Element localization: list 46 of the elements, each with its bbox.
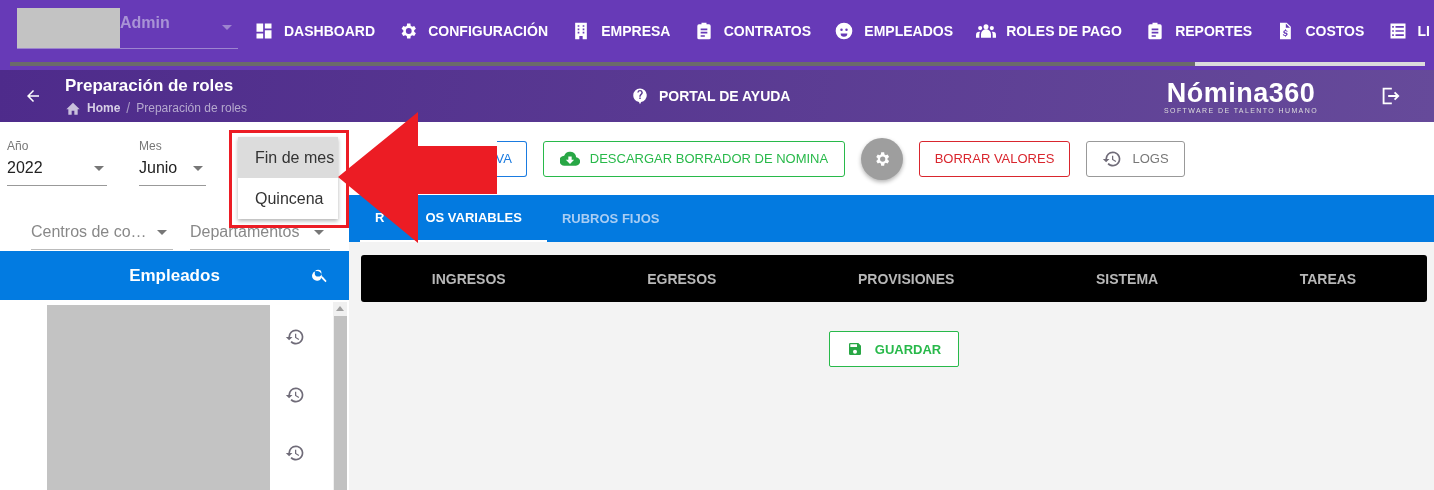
section-tab[interactable]: TAREAS bbox=[1293, 269, 1363, 288]
history-icon[interactable] bbox=[285, 385, 305, 405]
history-icon[interactable] bbox=[285, 443, 305, 463]
panel-title: Empleados bbox=[129, 265, 220, 286]
home-icon bbox=[65, 101, 81, 115]
nav-link[interactable]: LI bbox=[1387, 21, 1430, 41]
nav-link[interactable]: CONTRATOS bbox=[693, 21, 812, 41]
select-field[interactable]: Año 2022 bbox=[7, 139, 107, 186]
help-icon bbox=[631, 87, 649, 105]
action-button[interactable]: VA bbox=[497, 140, 527, 177]
help-link[interactable]: PORTAL DE AYUDA bbox=[631, 87, 1151, 105]
section-tab[interactable]: SISTEMA bbox=[1089, 269, 1165, 288]
brand-logo: Nómina360 bbox=[1166, 78, 1316, 107]
settings-button[interactable] bbox=[861, 137, 903, 180]
cloud-download-icon bbox=[559, 150, 580, 167]
nav-link[interactable]: COSTOS bbox=[1275, 21, 1365, 41]
page-title: Preparación de roles bbox=[65, 76, 235, 96]
select-field[interactable]: Mes Junio bbox=[139, 139, 206, 186]
section-tab[interactable]: EGRESOS bbox=[641, 269, 723, 288]
dashboard-icon bbox=[254, 21, 274, 41]
delete-values-button[interactable]: BORRAR VALORES bbox=[919, 140, 1070, 177]
menu-item[interactable]: Fin de mes bbox=[238, 137, 338, 178]
caret-icon bbox=[193, 165, 203, 171]
scrollbar[interactable] bbox=[333, 302, 347, 490]
caret-icon bbox=[222, 25, 232, 30]
face-icon bbox=[834, 21, 855, 41]
select-field[interactable]: Centros de co… bbox=[31, 215, 173, 250]
caret-icon bbox=[157, 229, 167, 235]
nav-link[interactable]: REPORTES bbox=[1145, 21, 1253, 41]
nav-link[interactable]: ROLES DE PAGO bbox=[976, 21, 1122, 41]
breadcrumb-link[interactable]: Preparación de roles bbox=[136, 101, 247, 115]
section-tab[interactable]: INGRESOS bbox=[425, 269, 512, 288]
people-icon bbox=[976, 21, 997, 41]
breadcrumb-link[interactable]: Home bbox=[87, 101, 121, 115]
breadcrumb-separator: / bbox=[126, 100, 131, 116]
nav-link[interactable]: CONFIGURACIÓN bbox=[398, 21, 548, 41]
nav-link[interactable]: DASHBOARD bbox=[254, 21, 375, 41]
history-icon[interactable] bbox=[285, 327, 305, 347]
caret-icon bbox=[94, 165, 104, 171]
nav-link[interactable]: EMPLEADOS bbox=[834, 21, 953, 41]
nav-link[interactable]: EMPRESA bbox=[571, 21, 671, 41]
scrollbar[interactable] bbox=[0, 62, 1434, 70]
logs-button[interactable]: LOGS bbox=[1086, 140, 1185, 177]
floppy-icon bbox=[846, 341, 863, 357]
caret-icon bbox=[314, 229, 324, 235]
section-tab[interactable]: PROVISIONES bbox=[851, 269, 961, 288]
